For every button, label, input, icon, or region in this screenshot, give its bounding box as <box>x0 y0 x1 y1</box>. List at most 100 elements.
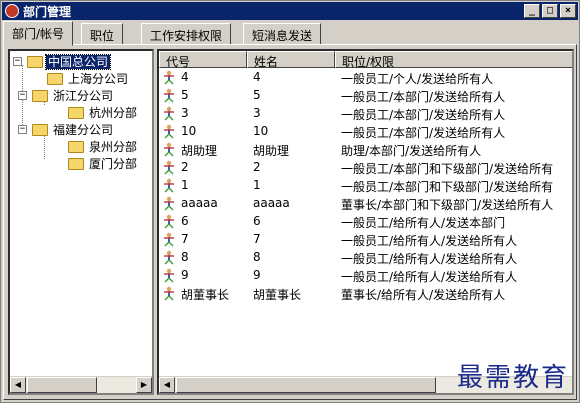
tab-strip: 部门/帐号 职位 工作安排权限 短消息发送 <box>3 21 577 46</box>
cell-position: 董事长/给所有人/发送给所有人 <box>341 288 506 302</box>
tree-node-label: 杭州分部 <box>89 106 138 120</box>
table-row[interactable]: 5 5 一般员工/本部门/发送给所有人 <box>159 87 572 105</box>
person-icon <box>164 196 174 211</box>
cell-position: 一般员工/本部门/发送给所有人 <box>341 126 506 140</box>
tab-department-account[interactable]: 部门/帐号 <box>3 21 74 46</box>
cell-code: 胡助理 <box>181 144 218 158</box>
window-title: 部门管理 <box>23 5 72 19</box>
table-row[interactable]: 胡助理 胡助理 助理/本部门/发送给所有人 <box>159 141 572 159</box>
cell-code: 胡董事长 <box>181 288 230 302</box>
cell-name: 9 <box>253 268 261 282</box>
cell-name: aaaaa <box>253 196 290 210</box>
tree-node-hangzhou[interactable]: 杭州分部 <box>68 104 139 121</box>
cell-code: 4 <box>181 70 189 84</box>
table-row[interactable]: 9 9 一般员工/给所有人/发送给所有人 <box>159 267 572 285</box>
person-icon <box>164 70 174 85</box>
folder-icon <box>47 73 63 85</box>
person-icon <box>164 268 174 283</box>
person-icon <box>164 142 174 157</box>
cell-code: 10 <box>181 124 197 138</box>
cell-position: 助理/本部门/发送给所有人 <box>341 144 482 158</box>
cell-code: 7 <box>181 232 189 246</box>
tree-node-label: 上海分公司 <box>68 72 129 86</box>
watermark-text: 最需教育 <box>456 363 569 393</box>
scroll-thumb[interactable] <box>27 377 97 393</box>
cell-name: 8 <box>253 250 261 264</box>
column-header-position[interactable]: 职位/权限 <box>335 51 572 69</box>
person-icon <box>164 214 174 229</box>
cell-name: 2 <box>253 160 261 174</box>
person-icon <box>164 88 174 103</box>
cell-name: 5 <box>253 88 261 102</box>
table-row[interactable]: 6 6 一般员工/给所有人/发送本部门 <box>159 213 572 231</box>
table-row[interactable]: aaaaa aaaaa 董事长/本部门和下级部门/发送给所有人 <box>159 195 572 213</box>
cell-position: 一般员工/给所有人/发送本部门 <box>341 216 506 230</box>
maximize-button[interactable]: □ <box>542 4 558 18</box>
cell-code: 1 <box>181 178 189 192</box>
tab-sms-send[interactable]: 短消息发送 <box>243 23 322 45</box>
table-row[interactable]: 胡董事长 胡董事长 董事长/给所有人/发送给所有人 <box>159 285 572 303</box>
cell-position: 一般员工/给所有人/发送给所有人 <box>341 270 518 284</box>
tree-node-label: 泉州分部 <box>89 140 138 154</box>
collapse-icon[interactable]: − <box>18 91 27 100</box>
folder-icon <box>68 158 84 170</box>
cell-code: 3 <box>181 106 189 120</box>
tab-position[interactable]: 职位 <box>81 23 124 45</box>
cell-position: 一般员工/本部门和下级部门/发送给所有 <box>341 162 554 176</box>
close-button[interactable]: × <box>560 4 576 18</box>
cell-code: 6 <box>181 214 189 228</box>
collapse-icon[interactable]: − <box>13 57 22 66</box>
tree-node-label: 中国总公司 <box>44 54 112 70</box>
person-icon <box>164 124 174 139</box>
tab-work-permissions[interactable]: 工作安排权限 <box>141 23 232 45</box>
employee-list[interactable]: 代号 姓名 职位/权限 4 4 一般员工/个人/发送给所有人 5 5 一般员工/本部门/发… <box>157 49 574 395</box>
tab-panel: − 中国总公司 上海分公司 − 浙江分公司 杭州分部 − 福建分公司 泉州分部 … <box>3 44 577 400</box>
scroll-thumb[interactable] <box>176 377 436 393</box>
tree-node-quanzhou[interactable]: 泉州分部 <box>68 138 139 155</box>
scroll-left-icon[interactable]: ◀ <box>10 377 26 393</box>
person-icon <box>164 232 174 247</box>
cell-position: 一般员工/给所有人/发送给所有人 <box>341 252 518 266</box>
tree-node-xiamen[interactable]: 厦门分部 <box>68 155 139 172</box>
cell-name: 胡董事长 <box>253 288 302 302</box>
tree-node-shanghai[interactable]: 上海分公司 <box>47 70 130 87</box>
minimize-button[interactable]: _ <box>524 4 540 18</box>
tree-horizontal-scrollbar[interactable]: ◀ ▶ <box>10 376 152 393</box>
collapse-icon[interactable]: − <box>18 125 27 134</box>
cell-position: 一般员工/个人/发送给所有人 <box>341 72 494 86</box>
app-icon <box>5 4 19 18</box>
table-row[interactable]: 7 7 一般员工/给所有人/发送给所有人 <box>159 231 572 249</box>
cell-position: 一般员工/本部门和下级部门/发送给所有 <box>341 180 554 194</box>
scroll-left-icon[interactable]: ◀ <box>159 377 175 393</box>
cell-name: 3 <box>253 106 261 120</box>
scroll-right-icon[interactable]: ▶ <box>136 377 152 393</box>
person-icon <box>164 286 174 301</box>
table-row[interactable]: 8 8 一般员工/给所有人/发送给所有人 <box>159 249 572 267</box>
department-tree[interactable]: − 中国总公司 上海分公司 − 浙江分公司 杭州分部 − 福建分公司 泉州分部 … <box>8 49 154 395</box>
folder-open-icon <box>27 56 43 68</box>
cell-name: 胡助理 <box>253 144 290 158</box>
tree-node-label: 福建分公司 <box>53 123 114 137</box>
column-header-name[interactable]: 姓名 <box>247 51 335 69</box>
cell-code: 2 <box>181 160 189 174</box>
cell-name: 7 <box>253 232 261 246</box>
cell-position: 一般员工/本部门/发送给所有人 <box>341 108 506 122</box>
table-row[interactable]: 3 3 一般员工/本部门/发送给所有人 <box>159 105 572 123</box>
cell-position: 一般员工/给所有人/发送给所有人 <box>341 234 518 248</box>
cell-code: 8 <box>181 250 189 264</box>
column-header-code[interactable]: 代号 <box>159 51 247 69</box>
table-row[interactable]: 4 4 一般员工/个人/发送给所有人 <box>159 69 572 87</box>
person-icon <box>164 160 174 175</box>
person-icon <box>164 106 174 121</box>
department-management-window: 部门管理 _ □ × 部门/帐号 职位 工作安排权限 短消息发送 − 中国总公司… <box>0 0 580 403</box>
cell-position: 一般员工/本部门/发送给所有人 <box>341 90 506 104</box>
cell-name: 6 <box>253 214 261 228</box>
table-row[interactable]: 1 1 一般员工/本部门和下级部门/发送给所有 <box>159 177 572 195</box>
cell-position: 董事长/本部门和下级部门/发送给所有人 <box>341 198 554 212</box>
table-row[interactable]: 2 2 一般员工/本部门和下级部门/发送给所有 <box>159 159 572 177</box>
title-bar[interactable]: 部门管理 _ □ × <box>2 2 578 20</box>
cell-name: 10 <box>253 124 269 138</box>
list-header: 代号 姓名 职位/权限 <box>159 51 572 69</box>
tree-node-label: 浙江分公司 <box>53 89 114 103</box>
table-row[interactable]: 10 10 一般员工/本部门/发送给所有人 <box>159 123 572 141</box>
